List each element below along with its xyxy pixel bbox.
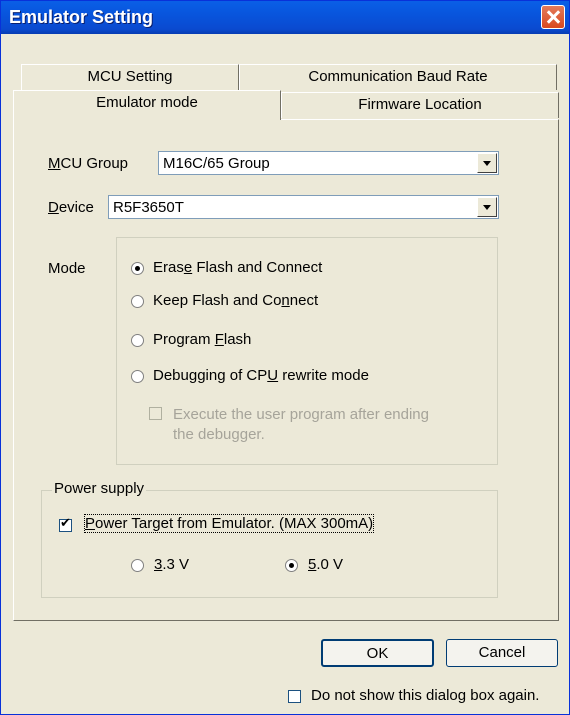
execute-after-debugger-label: Execute the user program after ending the…: [173, 406, 429, 443]
tab-mcu-setting[interactable]: MCU Setting: [21, 64, 239, 90]
radio-keep-flash[interactable]: [131, 295, 144, 308]
radio-erase-flash[interactable]: [131, 262, 144, 275]
mode-option-label: Erase Flash and Connect: [153, 259, 323, 276]
tab-label: Emulator mode: [96, 94, 198, 111]
mode-option-label: Program Flash: [153, 331, 252, 348]
ok-button[interactable]: OK: [321, 639, 434, 667]
device-label: Device: [48, 199, 94, 216]
tab-emulator-mode[interactable]: Emulator mode: [13, 90, 281, 120]
cancel-button[interactable]: Cancel: [446, 639, 558, 667]
mcu-group-select[interactable]: M16C/65 Group: [158, 151, 499, 175]
execute-after-debugger-checkbox[interactable]: [149, 407, 162, 420]
window-title: Emulator Setting: [9, 7, 154, 27]
close-icon[interactable]: [541, 5, 565, 29]
radio-program-flash[interactable]: [131, 334, 144, 347]
tab-firmware-location[interactable]: Firmware Location: [281, 92, 559, 118]
tab-label: Firmware Location: [358, 96, 482, 113]
mcu-group-value: M16C/65 Group: [163, 155, 270, 172]
radio-debug-cpu-rewrite[interactable]: [131, 370, 144, 383]
mode-option-label: Debugging of CPU rewrite mode: [153, 367, 369, 384]
dont-show-again-checkbox[interactable]: [288, 690, 301, 703]
power-target-label: Power Target from Emulator. (MAX 300mA): [83, 514, 375, 533]
tab-label: MCU Setting: [87, 68, 173, 85]
radio-5-0v[interactable]: [285, 559, 298, 572]
tab-label: Communication Baud Rate: [308, 68, 488, 85]
mcu-group-label: MCU Group: [48, 155, 129, 172]
chevron-down-icon[interactable]: [477, 153, 497, 173]
tab-communication-baud-rate[interactable]: Communication Baud Rate: [239, 64, 557, 90]
device-value: R5F3650T: [113, 199, 184, 216]
power-supply-group: [41, 490, 498, 598]
mode-option-label: Keep Flash and Connect: [153, 292, 319, 309]
power-supply-legend: Power supply: [52, 480, 147, 497]
title-bar[interactable]: Emulator Setting: [1, 1, 569, 34]
voltage-3-3v-label: 3.3 V: [154, 556, 190, 573]
radio-3-3v[interactable]: [131, 559, 144, 572]
power-target-checkbox[interactable]: [59, 516, 72, 532]
mode-label: Mode: [48, 260, 86, 277]
dont-show-again-label: Do not show this dialog box again.: [311, 687, 540, 704]
voltage-5-0v-label: 5.0 V: [308, 556, 344, 573]
device-select[interactable]: R5F3650T: [108, 195, 499, 219]
emulator-setting-dialog: Emulator Setting MCU Setting Communicati…: [0, 0, 570, 715]
chevron-down-icon[interactable]: [477, 197, 497, 217]
